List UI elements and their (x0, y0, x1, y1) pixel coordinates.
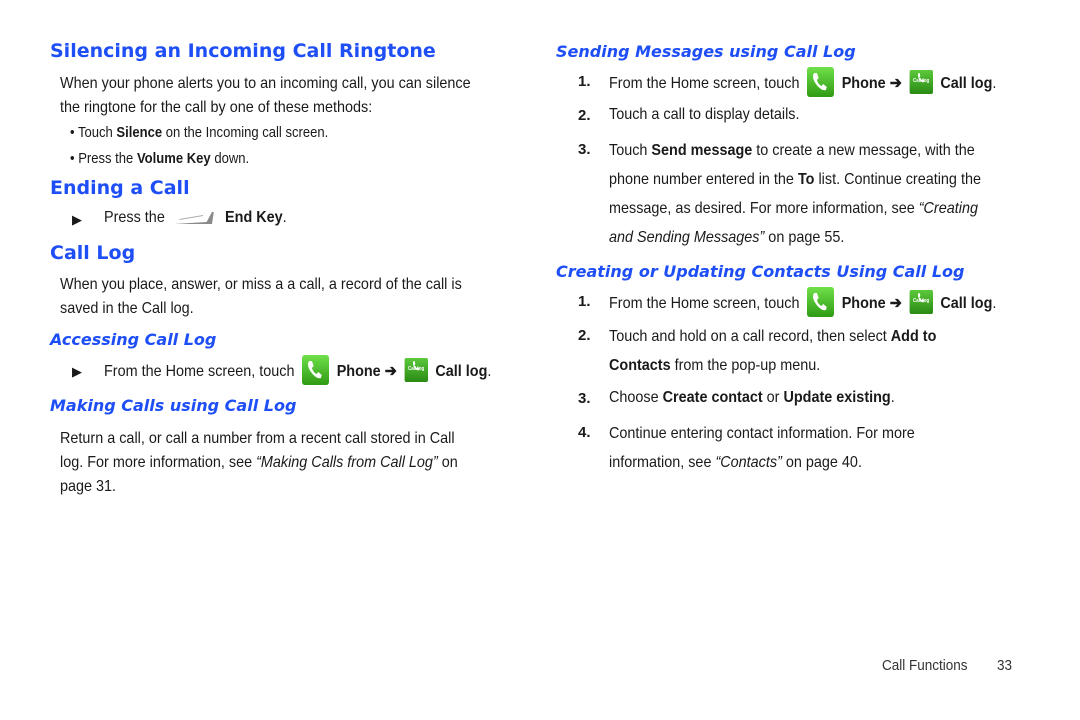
sending-step-2: Touch a call to display details. (609, 106, 800, 123)
step-number: 4. (578, 424, 591, 441)
creating-step-2: Touch and hold on a call record, then se… (609, 328, 937, 374)
heading-making: Making Calls using Call Log (50, 396, 297, 415)
step-number: 2. (578, 107, 591, 124)
phone-icon (807, 67, 835, 97)
creating-step-4: Continue entering contact information. F… (609, 425, 915, 471)
phone-icon (302, 355, 330, 385)
call-log-icon: Call log (909, 70, 933, 94)
bullet-arrow-icon: ▶ (72, 212, 82, 227)
phone-icon (807, 287, 835, 317)
footer-page-number: 33 (997, 657, 1013, 674)
step-number: 2. (578, 327, 591, 344)
sending-step-1: From the Home screen, touch Phone ➔ Call… (609, 67, 996, 99)
end-key-icon (174, 211, 214, 224)
step-number: 1. (578, 293, 591, 310)
step-number: 1. (578, 73, 591, 90)
sending-step-3: Touch Send message to create a new messa… (609, 142, 981, 246)
silencing-bullet: • Press the Volume Key down. (70, 151, 250, 167)
silencing-intro: When your phone alerts you to an incomin… (60, 75, 471, 116)
heading-creating: Creating or Updating Contacts Using Call… (556, 262, 965, 281)
call-log-icon: Call log (909, 290, 933, 314)
call-log-icon: Call log (404, 358, 428, 382)
accessing-step: From the Home screen, touch Phone ➔ Call… (104, 355, 491, 387)
heading-sending: Sending Messages using Call Log (556, 42, 856, 61)
ending-step: Press the End Key. (104, 209, 287, 226)
heading-ending: Ending a Call (50, 177, 190, 199)
contacts-link[interactable]: “Contacts” (715, 454, 781, 471)
creating-messages-link[interactable]: “Creating (919, 200, 978, 217)
heading-call-log: Call Log (50, 242, 136, 264)
silencing-bullet: • Touch Silence on the Incoming call scr… (70, 125, 329, 141)
step-number: 3. (578, 390, 591, 407)
making-calls-link[interactable]: “Making Calls from Call Log” (256, 454, 438, 471)
creating-messages-link[interactable]: and Sending Messages” (609, 229, 764, 246)
creating-step-1: From the Home screen, touch Phone ➔ Call… (609, 287, 996, 319)
making-paragraph: Return a call, or call a number from a r… (60, 430, 458, 495)
footer-section: Call Functions (882, 657, 968, 674)
heading-silencing: Silencing an Incoming Call Ringtone (50, 40, 436, 62)
call-log-intro: When you place, answer, or miss a a call… (60, 276, 462, 317)
heading-accessing: Accessing Call Log (50, 330, 217, 349)
bullet-arrow-icon: ▶ (72, 364, 82, 379)
step-number: 3. (578, 141, 591, 158)
creating-step-3: Choose Create contact or Update existing… (609, 389, 895, 406)
